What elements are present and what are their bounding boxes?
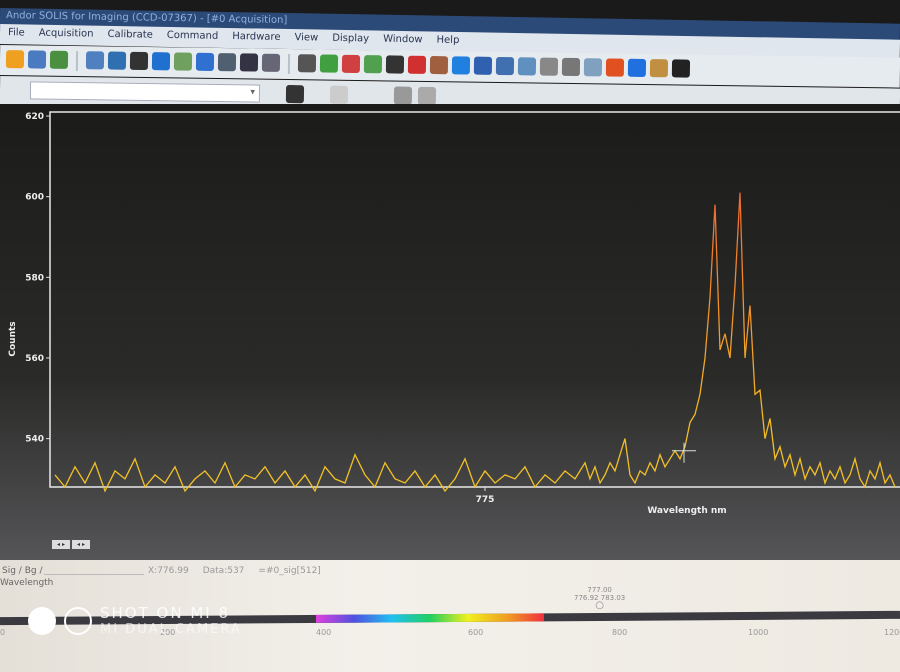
roi-icon[interactable] bbox=[261, 53, 281, 72]
save-icon[interactable] bbox=[49, 50, 69, 69]
visible-spectrum bbox=[315, 613, 545, 623]
scroll-buttons: ◂ ▸ ◂ ▸ bbox=[52, 540, 90, 549]
toolbar-separator bbox=[75, 51, 79, 72]
y-tick-label: 580 bbox=[25, 273, 44, 283]
graph-icon[interactable] bbox=[583, 58, 603, 77]
watermark-ring-icon bbox=[64, 606, 92, 635]
menu-calibrate[interactable]: Calibrate bbox=[107, 29, 153, 44]
export-icon[interactable] bbox=[285, 84, 305, 104]
data-readout: Data:537 bbox=[202, 566, 245, 576]
marker-right-value: 783.03 bbox=[600, 594, 626, 602]
spectrum-tick-label: 800 bbox=[612, 628, 628, 637]
wavelength-label: Wavelength bbox=[0, 578, 54, 588]
picture-icon[interactable] bbox=[517, 57, 537, 76]
scroll-right-button[interactable]: ◂ ▸ bbox=[72, 540, 90, 549]
tab-bg[interactable]: Bg bbox=[25, 566, 37, 576]
help-icon[interactable] bbox=[627, 58, 647, 78]
x-readout: X:776.99 bbox=[148, 566, 189, 576]
video-icon[interactable] bbox=[173, 52, 193, 71]
settings-icon[interactable] bbox=[649, 59, 669, 78]
menu-hardware[interactable]: Hardware bbox=[232, 31, 280, 46]
open-icon[interactable] bbox=[5, 50, 25, 69]
chart3d-icon[interactable] bbox=[407, 55, 427, 74]
tab-strip bbox=[44, 565, 144, 575]
watermark-line1: SHOT ON MI 8 bbox=[100, 604, 231, 622]
plot-area[interactable]: 540 560 580 600 620 775 Wavelength nm Counts bbox=[0, 104, 900, 560]
info-icon[interactable] bbox=[451, 56, 471, 75]
scroll-left-button[interactable]: ◂ ▸ bbox=[52, 540, 70, 549]
marker-pin-icon: ○ bbox=[595, 600, 604, 611]
histogram-icon[interactable] bbox=[605, 58, 625, 77]
table-icon[interactable] bbox=[217, 53, 237, 72]
expression-readout: =#0_sig[512] bbox=[258, 566, 321, 576]
menu-command[interactable]: Command bbox=[167, 30, 219, 45]
spectrum-tick-label: 400 bbox=[316, 628, 332, 637]
tabs: Sig / Bg / bbox=[2, 566, 43, 576]
menu-window[interactable]: Window bbox=[383, 34, 423, 49]
abort-icon[interactable] bbox=[129, 51, 149, 71]
gradient-icon[interactable] bbox=[239, 53, 259, 72]
tree-icon[interactable] bbox=[363, 55, 383, 74]
camera-watermark: SHOT ON MI 8 MI DUAL CAMERA bbox=[28, 604, 242, 637]
shutter-icon[interactable] bbox=[195, 52, 215, 71]
y-axis-label: Counts bbox=[8, 321, 18, 356]
spectrum-tick-label: 600 bbox=[468, 628, 484, 637]
spectrum-line bbox=[54, 192, 896, 493]
peak-icon[interactable] bbox=[495, 56, 515, 76]
find-icon[interactable] bbox=[417, 86, 437, 106]
menu-help[interactable]: Help bbox=[436, 35, 459, 49]
record-icon[interactable] bbox=[671, 59, 691, 78]
grid-icon[interactable] bbox=[319, 54, 339, 73]
spectrum-tick-label: 0 bbox=[0, 628, 6, 637]
image-icon[interactable] bbox=[107, 51, 127, 70]
y-tick-label: 600 bbox=[25, 193, 44, 203]
x-tick-label: 775 bbox=[476, 495, 495, 505]
wavelength-marker[interactable]: 777.00 776.92 783.03 ○ bbox=[574, 586, 626, 611]
menu-acquisition[interactable]: Acquisition bbox=[39, 28, 94, 43]
spectrum-tick-label: 1000 bbox=[748, 628, 769, 637]
display-select[interactable]: ▾ bbox=[29, 81, 261, 103]
plot-frame bbox=[49, 111, 900, 488]
zoom-icon[interactable] bbox=[329, 85, 349, 104]
menu-display[interactable]: Display bbox=[332, 33, 369, 48]
clock-icon[interactable] bbox=[561, 57, 581, 77]
spectrum-tick-label: 1200 bbox=[884, 628, 900, 637]
toolbar-separator bbox=[287, 54, 291, 75]
print-icon[interactable] bbox=[27, 50, 47, 69]
chevron-down-icon: ▾ bbox=[250, 87, 256, 98]
marker-center-value: 777.00 bbox=[587, 586, 612, 594]
y-tick-label: 560 bbox=[25, 354, 44, 364]
camera-setup-icon[interactable] bbox=[85, 51, 105, 70]
frame-icon[interactable] bbox=[429, 56, 449, 75]
tab-sig[interactable]: Sig bbox=[2, 566, 16, 576]
marker-icon[interactable] bbox=[341, 54, 361, 74]
x-axis-label: Wavelength nm bbox=[647, 506, 726, 516]
cursor-readout: X:776.99 Data:537 =#0_sig[512] bbox=[148, 566, 321, 576]
pie-icon[interactable] bbox=[385, 55, 405, 74]
menu-file[interactable]: File bbox=[8, 27, 25, 41]
cursor-icon[interactable] bbox=[539, 57, 559, 76]
link-icon[interactable] bbox=[151, 52, 171, 71]
watermark-logo-icon bbox=[28, 606, 56, 635]
y-tick-label: 540 bbox=[25, 435, 44, 445]
spectrum-chart[interactable]: 540 560 580 600 620 775 Wavelength nm Counts bbox=[0, 104, 900, 560]
spectrum-icon[interactable] bbox=[473, 56, 493, 75]
watermark-line2: MI DUAL CAMERA bbox=[100, 622, 242, 637]
menu-view[interactable]: View bbox=[294, 32, 318, 46]
fullscreen-icon[interactable] bbox=[297, 54, 317, 73]
binoculars-icon[interactable] bbox=[393, 86, 413, 105]
y-tick-label: 620 bbox=[25, 112, 44, 122]
